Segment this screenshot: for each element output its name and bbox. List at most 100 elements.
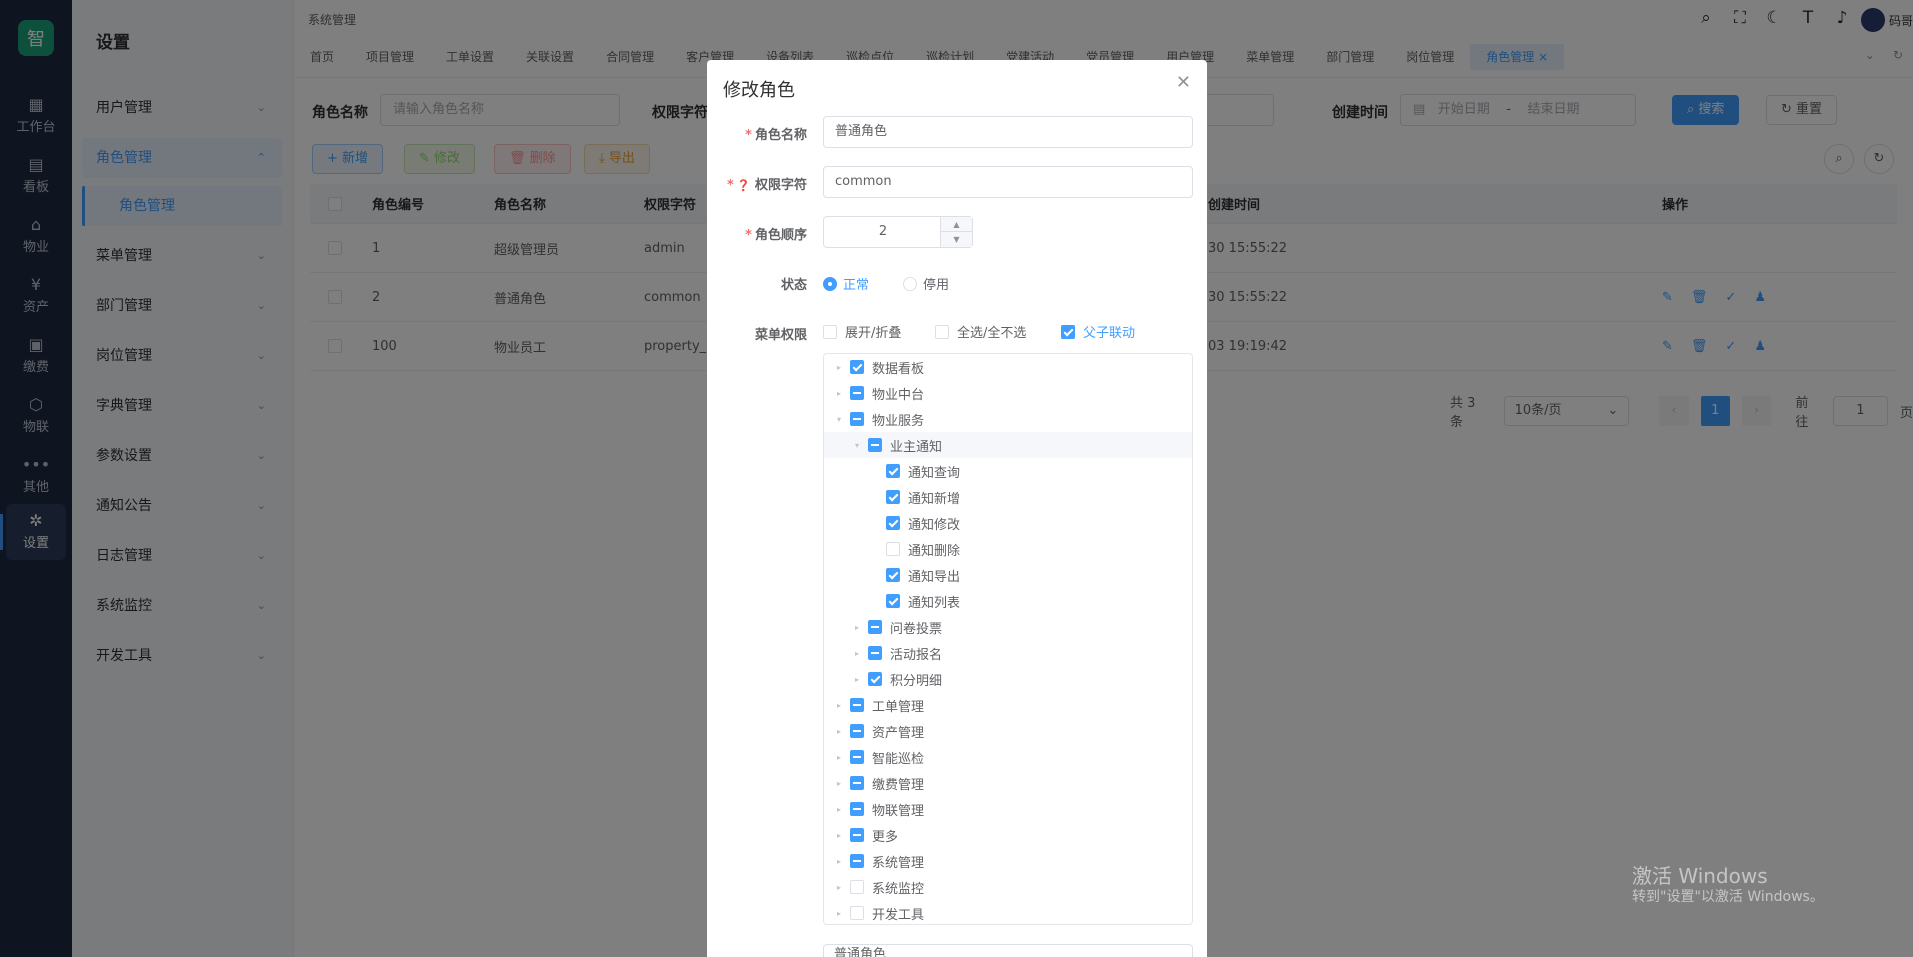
windows-activation-watermark: 激活 Windows (1632, 864, 1768, 888)
menu-permission-tree: ▸ 数据看板 ▸ 物业中台 ▾ 物业服务 ▾ 业主通知通知查询通知新增 通知修改通知删除通知导出… (823, 353, 1193, 925)
tree-node-label: 开发工具 (872, 907, 925, 923)
dialog-title: 修改角色 (723, 80, 795, 101)
tree-node-label: 系统管理 (872, 855, 925, 871)
tree-node[interactable]: 通知删除 (824, 536, 1192, 562)
status-disabled-radio[interactable]: 停用 (903, 274, 949, 293)
caret-down-icon[interactable]: ▾ (832, 415, 846, 424)
perm-key-label: * ❓ 权限字符 (726, 178, 807, 193)
tree-node-checkbox[interactable] (850, 698, 864, 712)
tree-node-label: 更多 (872, 829, 899, 845)
tree-node-checkbox[interactable] (886, 464, 900, 478)
decrement-icon[interactable]: ▼ (941, 232, 972, 247)
tree-node-checkbox[interactable] (850, 412, 864, 426)
tree-node[interactable]: ▸ 数据看板 (824, 354, 1192, 380)
tree-node-label: 问卷投票 (890, 621, 943, 637)
role-name-label: * 角色名称 (745, 128, 807, 143)
caret-down-icon[interactable]: ▾ (850, 441, 864, 450)
caret-right-icon[interactable]: ▸ (832, 389, 846, 398)
windows-activation-hint: 转到"设置"以激活 Windows。 (1632, 889, 1824, 905)
perm-key-input[interactable]: common (823, 166, 1193, 198)
tree-node-checkbox[interactable] (850, 906, 864, 920)
tree-node[interactable]: ▸ 工单管理 (824, 692, 1192, 718)
caret-right-icon[interactable]: ▸ (850, 649, 864, 658)
role-order-label: * 角色顺序 (745, 228, 807, 243)
caret-right-icon[interactable]: ▸ (832, 701, 846, 710)
role-order-stepper[interactable]: 2 ▲ ▼ (823, 216, 973, 248)
tree-node-label: 物联管理 (872, 803, 925, 819)
caret-right-icon[interactable]: ▸ (832, 727, 846, 736)
tree-node[interactable]: 通知导出 (824, 562, 1192, 588)
tree-node-label: 物业服务 (872, 413, 925, 429)
status-normal-radio[interactable]: 正常 (823, 274, 869, 293)
tree-node-checkbox[interactable] (868, 672, 882, 686)
tree-node[interactable]: ▸ 问卷投票 (824, 614, 1192, 640)
tree-node[interactable]: ▸ 智能巡检 (824, 744, 1192, 770)
tree-node-label: 积分明细 (890, 673, 943, 689)
caret-right-icon[interactable]: ▸ (832, 779, 846, 788)
tree-node-checkbox[interactable] (886, 594, 900, 608)
tree-node-checkbox[interactable] (868, 646, 882, 660)
caret-right-icon[interactable]: ▸ (832, 753, 846, 762)
tree-node-label: 通知删除 (908, 543, 961, 559)
tree-node-label: 智能巡检 (872, 751, 925, 767)
tree-node[interactable]: ▸ 物联管理 (824, 796, 1192, 822)
caret-right-icon[interactable]: ▸ (832, 883, 846, 892)
tree-node[interactable]: ▸ 积分明细 (824, 666, 1192, 692)
tree-node-checkbox[interactable] (850, 828, 864, 842)
tree-node-checkbox[interactable] (886, 542, 900, 556)
tree-node-label: 资产管理 (872, 725, 925, 741)
tree-node[interactable]: ▸ 系统监控 (824, 874, 1192, 900)
tree-node-checkbox[interactable] (886, 490, 900, 504)
caret-right-icon[interactable]: ▸ (832, 909, 846, 918)
tree-node-checkbox[interactable] (850, 724, 864, 738)
tree-node-checkbox[interactable] (886, 516, 900, 530)
tree-node[interactable]: ▸ 物业中台 (824, 380, 1192, 406)
tree-node-checkbox[interactable] (868, 620, 882, 634)
tree-node-checkbox[interactable] (850, 750, 864, 764)
increment-icon[interactable]: ▲ (941, 217, 972, 232)
caret-right-icon[interactable]: ▸ (832, 831, 846, 840)
caret-right-icon[interactable]: ▸ (832, 805, 846, 814)
edit-role-dialog: 修改角色 ✕ * 角色名称 普通角色 * ❓ 权限字符 common * 角色顺序 2… (707, 60, 1207, 957)
role-name-input[interactable]: 普通角色 (823, 116, 1193, 148)
tree-node-checkbox[interactable] (850, 854, 864, 868)
tree-node[interactable]: ▾ 业主通知 (824, 432, 1192, 458)
tree-node[interactable]: ▸ 资产管理 (824, 718, 1192, 744)
tree-node[interactable]: 通知列表 (824, 588, 1192, 614)
tree-node-label: 缴费管理 (872, 777, 925, 793)
tree-node[interactable]: ▸ 缴费管理 (824, 770, 1192, 796)
tree-node-label: 工单管理 (872, 699, 925, 715)
tree-node[interactable]: ▾ 物业服务 (824, 406, 1192, 432)
caret-right-icon[interactable]: ▸ (850, 623, 864, 632)
tree-node-label: 活动报名 (890, 647, 943, 663)
tree-node-checkbox[interactable] (850, 776, 864, 790)
parent-child-link-checkbox[interactable]: 父子联动 (1061, 322, 1135, 341)
tree-node[interactable]: 通知查询 (824, 458, 1192, 484)
tree-node-label: 通知导出 (908, 569, 961, 585)
tree-node-label: 数据看板 (872, 361, 925, 377)
tree-node-label: 物业中台 (872, 387, 925, 403)
expand-collapse-checkbox[interactable]: 展开/折叠 (823, 322, 901, 341)
tree-node-label: 通知查询 (908, 465, 961, 481)
tree-node[interactable]: ▸ 开发工具 (824, 900, 1192, 924)
caret-right-icon[interactable]: ▸ (850, 675, 864, 684)
tree-node-label: 业主通知 (890, 439, 943, 455)
tree-node-checkbox[interactable] (886, 568, 900, 582)
role-order-value[interactable]: 2 (824, 217, 942, 247)
close-icon[interactable]: ✕ (1176, 72, 1191, 93)
tree-node-checkbox[interactable] (850, 360, 864, 374)
tree-node[interactable]: 通知新增 (824, 484, 1192, 510)
select-all-menus-checkbox[interactable]: 全选/全不选 (935, 322, 1026, 341)
tree-node-label: 通知列表 (908, 595, 961, 611)
caret-right-icon[interactable]: ▸ (832, 363, 846, 372)
tree-node[interactable]: 通知修改 (824, 510, 1192, 536)
tree-node[interactable]: ▸ 系统管理 (824, 848, 1192, 874)
tree-node[interactable]: ▸ 活动报名 (824, 640, 1192, 666)
caret-right-icon[interactable]: ▸ (832, 857, 846, 866)
tree-node-checkbox[interactable] (868, 438, 882, 452)
tree-node-checkbox[interactable] (850, 880, 864, 894)
tree-node-checkbox[interactable] (850, 386, 864, 400)
tree-node[interactable]: ▸ 更多 (824, 822, 1192, 848)
tree-node-checkbox[interactable] (850, 802, 864, 816)
remark-textarea[interactable]: 普通角色 (823, 944, 1193, 957)
